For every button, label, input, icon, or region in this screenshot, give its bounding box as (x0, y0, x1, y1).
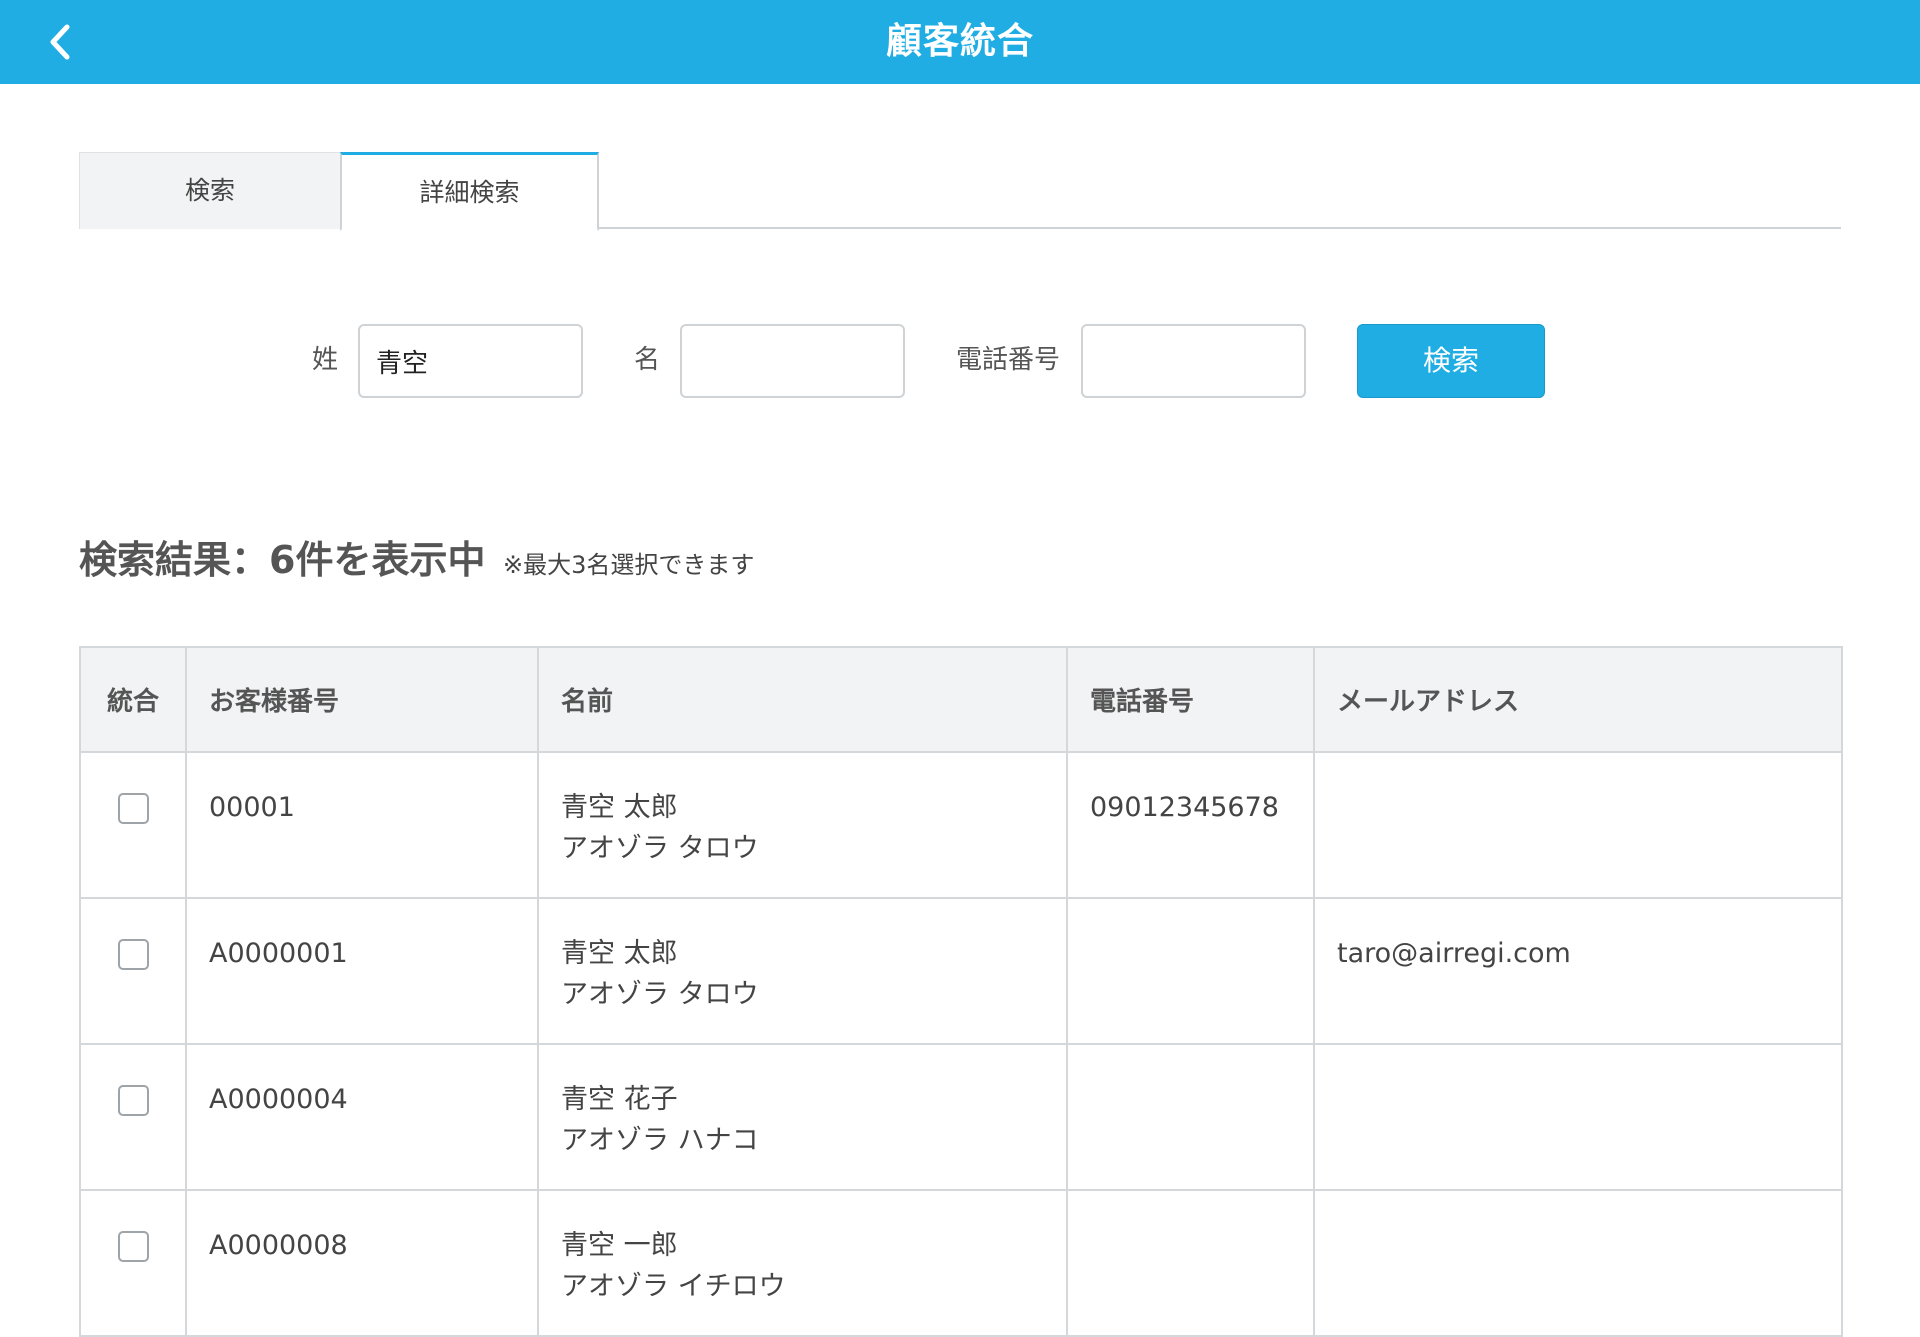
table-row: A0000008 青空 一郎 アオゾラ イチロウ (79, 1189, 1843, 1337)
tab-search[interactable]: 検索 (79, 152, 341, 229)
table-row: A0000001 青空 太郎 アオゾラ タロウ taro@airregi.com (79, 897, 1843, 1045)
last-name-input[interactable] (358, 324, 583, 398)
search-tabs: 検索 詳細検索 (79, 152, 1841, 231)
column-header-customer-number: お客様番号 (185, 646, 539, 753)
app-header: 顧客統合 (0, 0, 1920, 84)
customer-name-kana: アオゾラ イチロウ (561, 1271, 786, 1302)
email-cell (1313, 1189, 1843, 1337)
selection-limit-note: ※最大3名選択できます (503, 551, 755, 579)
name-cell: 青空 花子 アオゾラ ハナコ (537, 1043, 1068, 1191)
results-heading: 検索結果：6件を表示中 (79, 538, 486, 582)
first-name-input[interactable] (680, 324, 905, 398)
email-cell (1313, 1043, 1843, 1191)
customer-name: 青空 太郎 (561, 938, 678, 969)
table-row: 00001 青空 太郎 アオゾラ タロウ 09012345678 (79, 751, 1843, 899)
name-cell: 青空 太郎 アオゾラ タロウ (537, 897, 1068, 1045)
phone-input[interactable] (1081, 324, 1306, 398)
merge-cell (79, 897, 187, 1045)
table-row: A0000004 青空 花子 アオゾラ ハナコ (79, 1043, 1843, 1191)
column-header-name: 名前 (537, 646, 1068, 753)
phone-label: 電話番号 (956, 345, 1061, 375)
results-table: 統合 お客様番号 名前 電話番号 メールアドレス 00001 青空 太郎 アオゾ… (79, 646, 1843, 1337)
name-cell: 青空 太郎 アオゾラ タロウ (537, 751, 1068, 899)
column-header-merge: 統合 (79, 646, 187, 753)
last-name-label: 姓 (312, 345, 339, 375)
email-cell: taro@airregi.com (1313, 897, 1843, 1045)
first-name-label: 名 (634, 345, 661, 375)
page-title: 顧客統合 (885, 21, 1034, 62)
merge-checkbox[interactable] (117, 1085, 149, 1116)
merge-cell (79, 1189, 187, 1337)
customer-name-kana: アオゾラ ハナコ (561, 1125, 759, 1156)
merge-checkbox[interactable] (117, 1231, 149, 1262)
phone-cell (1066, 1043, 1315, 1191)
merge-checkbox[interactable] (117, 939, 149, 970)
customer-name: 青空 花子 (561, 1084, 678, 1115)
phone-cell (1066, 1189, 1315, 1337)
name-cell: 青空 一郎 アオゾラ イチロウ (537, 1189, 1068, 1337)
phone-cell: 09012345678 (1066, 751, 1315, 899)
phone-cell (1066, 897, 1315, 1045)
customer-name: 青空 太郎 (561, 792, 678, 823)
customer-name-kana: アオゾラ タロウ (561, 979, 759, 1010)
email-cell (1313, 751, 1843, 899)
customer-number-cell: 00001 (185, 751, 539, 899)
customer-name-kana: アオゾラ タロウ (561, 833, 759, 864)
table-header-row: 統合 お客様番号 名前 電話番号 メールアドレス (79, 646, 1843, 753)
column-header-phone: 電話番号 (1066, 646, 1315, 753)
customer-number-cell: A0000008 (185, 1189, 539, 1337)
merge-cell (79, 751, 187, 899)
tab-advanced-search[interactable]: 詳細検索 (340, 152, 599, 231)
column-header-email: メールアドレス (1313, 646, 1843, 753)
customer-name: 青空 一郎 (561, 1230, 678, 1261)
merge-checkbox[interactable] (117, 793, 149, 824)
merge-cell (79, 1043, 187, 1191)
search-button[interactable]: 検索 (1357, 324, 1545, 398)
customer-number-cell: A0000001 (185, 897, 539, 1045)
customer-number-cell: A0000004 (185, 1043, 539, 1191)
